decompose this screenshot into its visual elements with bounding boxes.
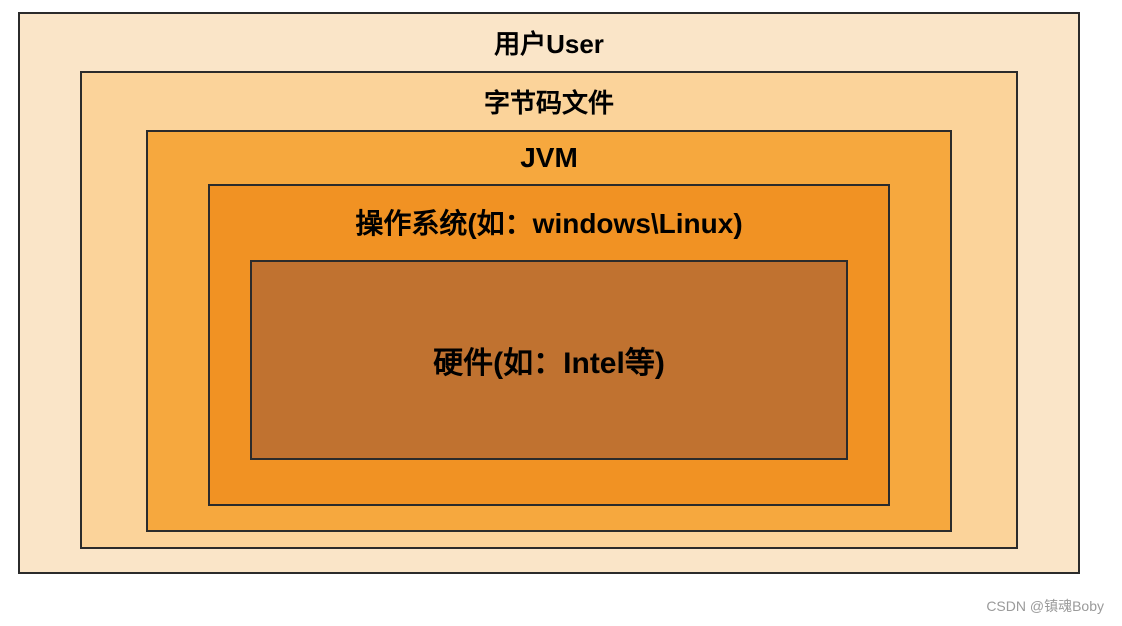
watermark-text: CSDN @镇魂Boby <box>986 596 1104 616</box>
layer-hardware: 硬件(如：Intel等) <box>250 260 848 460</box>
layer-os: 操作系统(如：windows\Linux) 硬件(如：Intel等) <box>208 184 890 506</box>
label-os: 操作系统(如：windows\Linux) <box>250 192 848 260</box>
layer-user: 用户User 字节码文件 JVM 操作系统(如：windows\Linux) 硬… <box>18 12 1080 574</box>
label-hardware: 硬件(如：Intel等) <box>433 338 665 382</box>
label-jvm: JVM <box>208 136 890 184</box>
layer-bytecode: 字节码文件 JVM 操作系统(如：windows\Linux) 硬件(如：Int… <box>80 71 1018 549</box>
label-bytecode: 字节码文件 <box>146 77 952 130</box>
label-user: 用户User <box>80 18 1018 71</box>
layer-jvm: JVM 操作系统(如：windows\Linux) 硬件(如：Intel等) <box>146 130 952 532</box>
